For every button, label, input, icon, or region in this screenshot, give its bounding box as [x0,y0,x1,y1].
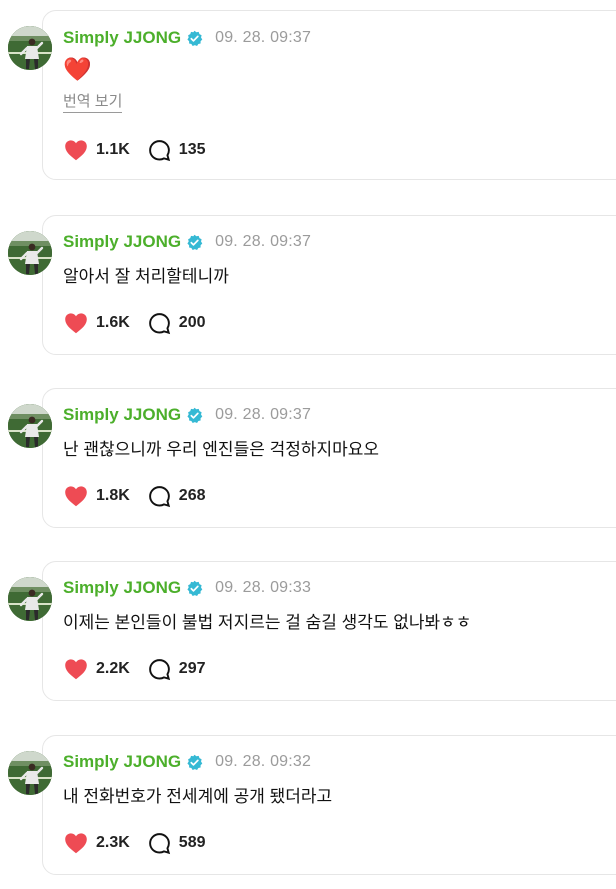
like-count: 2.3K [96,834,130,851]
comment-button[interactable]: 589 [148,832,206,855]
post-1: Simply JJONG 09. 28. 09:37 ❤️ 번역 보기 1.1K… [0,0,616,180]
comment-button[interactable]: 135 [148,139,206,162]
heart-icon [64,832,88,854]
timestamp: 09. 28. 09:37 [215,406,312,423]
post-actions: 1.1K 135 [64,138,224,162]
comment-icon [148,658,171,681]
comment-button[interactable]: 200 [148,312,206,335]
avatar[interactable] [8,577,52,621]
comment-count: 297 [178,660,206,677]
comment-button[interactable]: 268 [148,485,206,508]
avatar[interactable] [8,404,52,448]
post-actions: 2.2K 297 [64,657,224,681]
like-count: 2.2K [96,660,130,677]
post-actions: 1.6K 200 [64,311,224,335]
comment-count: 268 [178,487,206,504]
verified-badge-icon [186,407,203,424]
comment-count: 589 [178,834,206,851]
post-header: Simply JJONG 09. 28. 09:33 [63,576,311,600]
heart-icon [64,485,88,507]
verified-badge-icon [186,30,203,47]
like-button[interactable]: 1.1K [64,139,130,161]
post-header: Simply JJONG 09. 28. 09:37 [63,26,311,50]
verified-badge-icon [186,234,203,251]
post-header: Simply JJONG 09. 28. 09:32 [63,750,311,774]
post-text: 내 전화번호가 전세계에 공개 됐더라고 [63,787,333,806]
like-button[interactable]: 2.2K [64,658,130,680]
like-count: 1.8K [96,487,130,504]
post-2: Simply JJONG 09. 28. 09:37 알아서 잘 처리할테니까 … [0,215,616,355]
post-header: Simply JJONG 09. 28. 09:37 [63,403,311,427]
thread-feed: Simply JJONG 09. 28. 09:37 ❤️ 번역 보기 1.1K… [0,0,616,889]
like-button[interactable]: 1.6K [64,312,130,334]
comment-count: 135 [178,141,206,158]
avatar[interactable] [8,751,52,795]
heart-icon [64,658,88,680]
post-5: Simply JJONG 09. 28. 09:32 내 전화번호가 전세계에 … [0,735,616,875]
username[interactable]: Simply JJONG [63,28,181,48]
comment-icon [148,485,171,508]
like-button[interactable]: 2.3K [64,832,130,854]
comment-icon [148,312,171,335]
avatar[interactable] [8,26,52,70]
username[interactable]: Simply JJONG [63,232,181,252]
post-header: Simply JJONG 09. 28. 09:37 [63,230,311,254]
like-count: 1.1K [96,141,130,158]
verified-badge-icon [186,754,203,771]
heart-icon [64,312,88,334]
post-3: Simply JJONG 09. 28. 09:37 난 괜찮으니까 우리 엔진… [0,388,616,528]
timestamp: 09. 28. 09:33 [215,579,312,596]
timestamp: 09. 28. 09:32 [215,753,312,770]
comment-icon [148,139,171,162]
post-text: ❤️ [63,56,92,82]
translate-link[interactable]: 번역 보기 [63,92,123,113]
heart-icon [64,139,88,161]
comment-icon [148,832,171,855]
username[interactable]: Simply JJONG [63,752,181,772]
post-text: 난 괜찮으니까 우리 엔진들은 걱정하지마요오 [63,440,380,459]
post-4: Simply JJONG 09. 28. 09:33 이제는 본인들이 불법 저… [0,561,616,701]
post-text: 이제는 본인들이 불법 저지르는 걸 숨길 생각도 없나봐ㅎㅎ [63,613,472,632]
avatar[interactable] [8,231,52,275]
post-actions: 2.3K 589 [64,831,224,855]
comment-count: 200 [178,314,206,331]
timestamp: 09. 28. 09:37 [215,233,312,250]
timestamp: 09. 28. 09:37 [215,29,312,46]
username[interactable]: Simply JJONG [63,405,181,425]
like-count: 1.6K [96,314,130,331]
verified-badge-icon [186,580,203,597]
post-text: 알아서 잘 처리할테니까 [63,267,229,286]
comment-button[interactable]: 297 [148,658,206,681]
post-actions: 1.8K 268 [64,484,224,508]
username[interactable]: Simply JJONG [63,578,181,598]
like-button[interactable]: 1.8K [64,485,130,507]
